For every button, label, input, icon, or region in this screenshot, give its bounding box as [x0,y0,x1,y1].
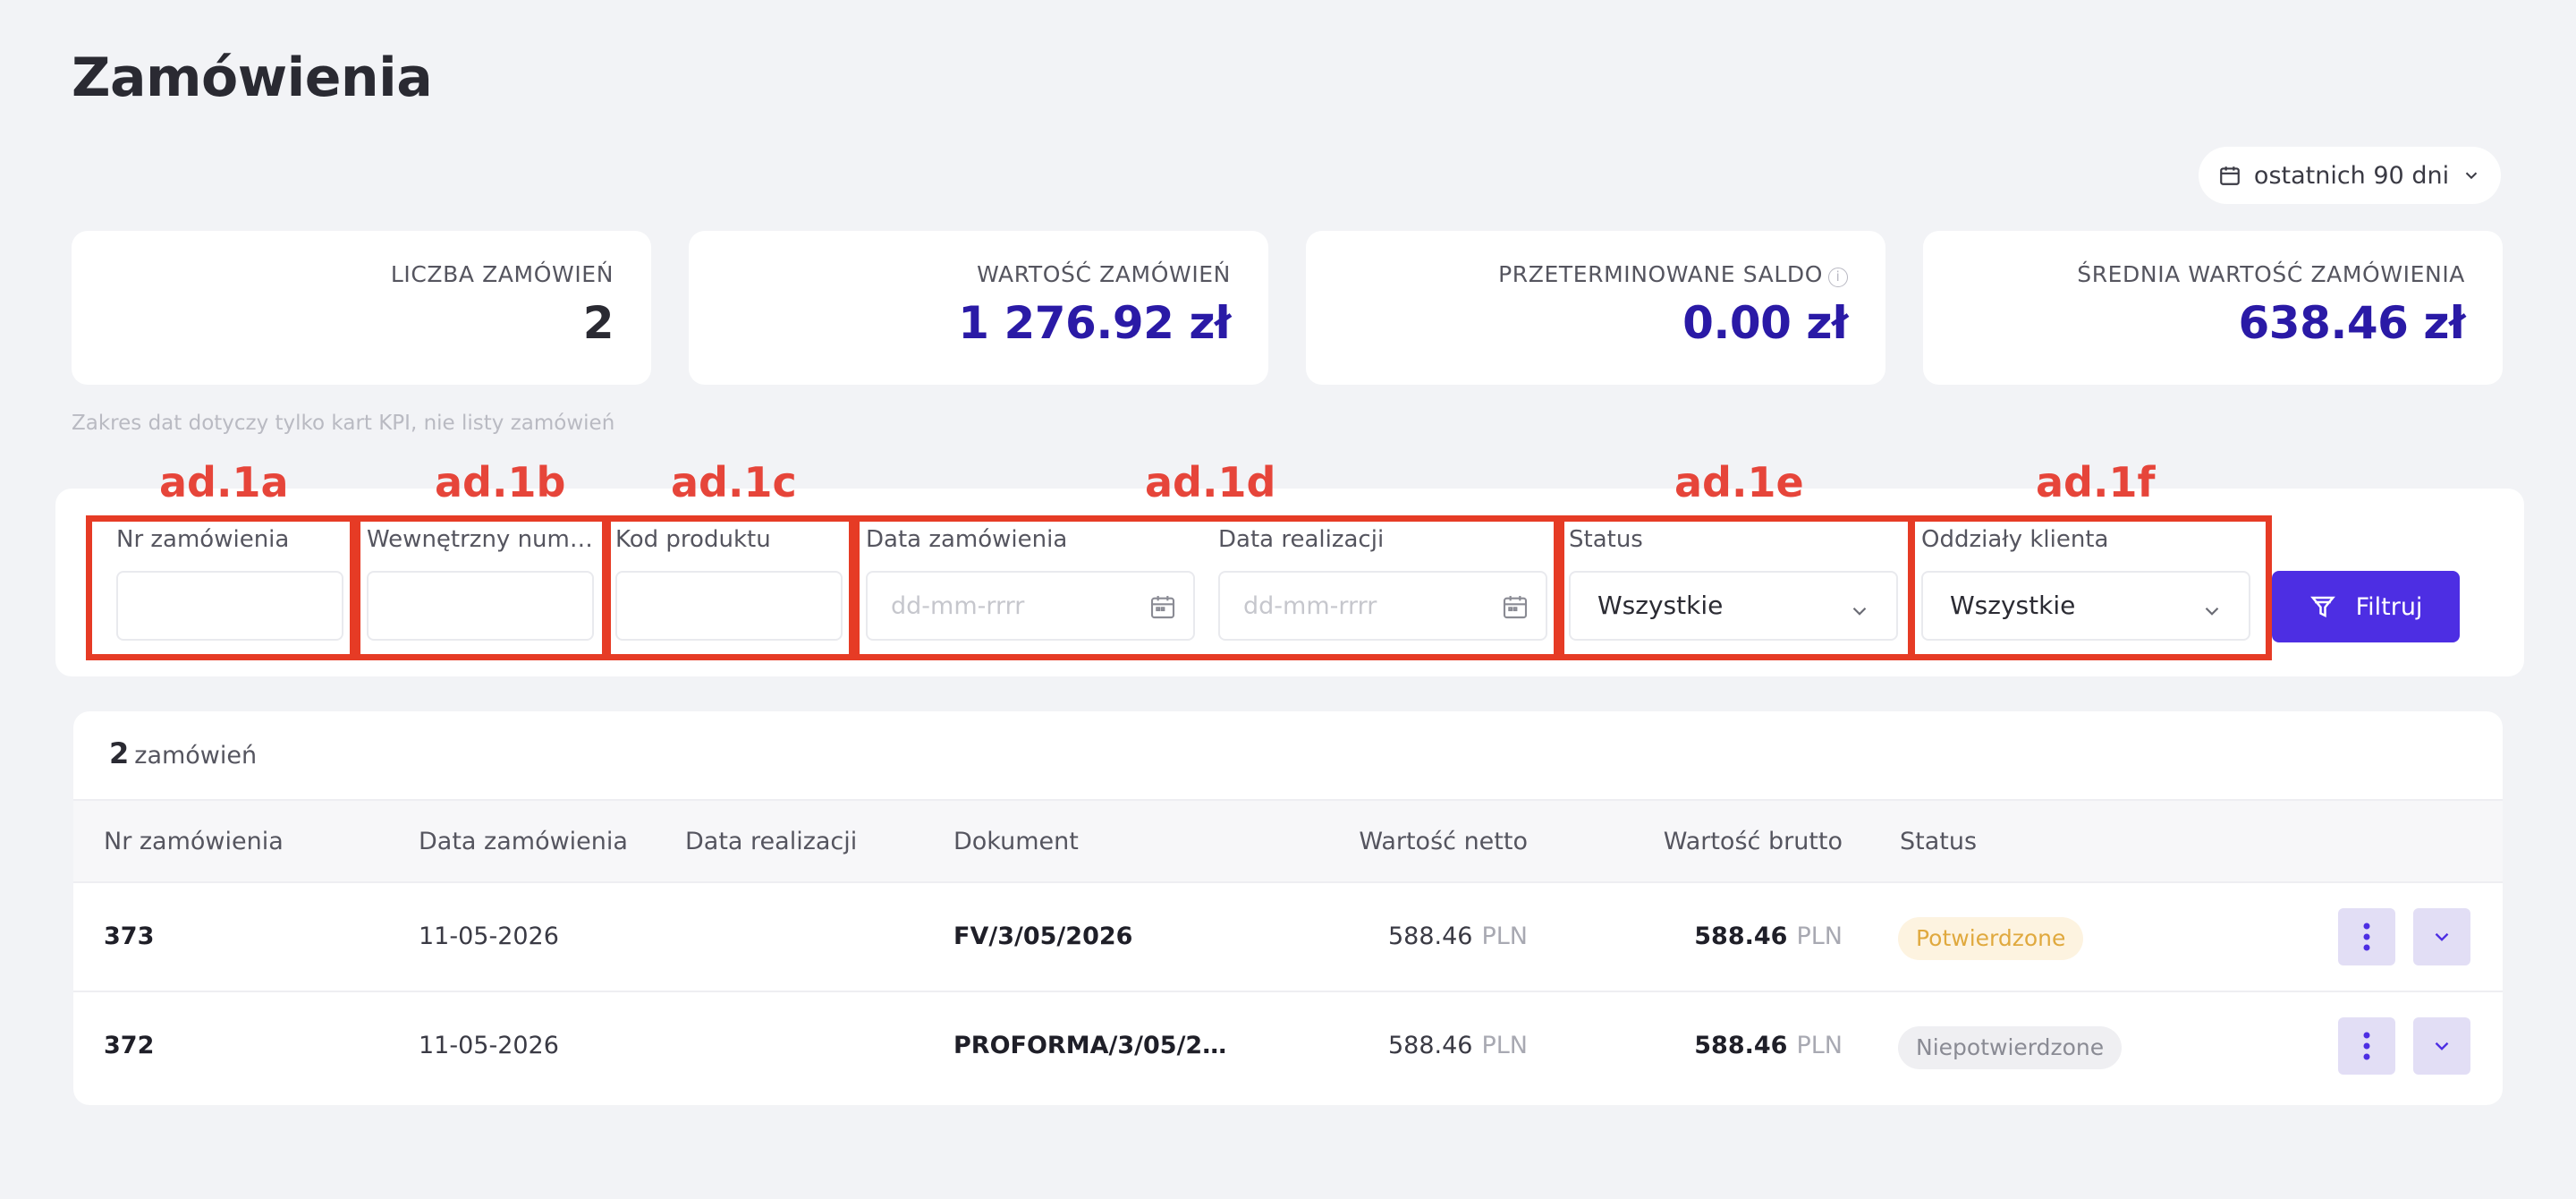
net-amount: 588.46 [1387,923,1473,950]
annotation-box-ad-1d [853,515,1560,660]
annotation-box-ad-1e [1558,515,1914,660]
order-number[interactable]: 372 [104,1032,154,1059]
currency: PLN [1481,1032,1528,1059]
kpi-overdue-balance: PRZETERMINOWANE SALDO i 0.00 zł [1306,231,1885,385]
annotation-label: ad.1d [1145,458,1276,506]
document-number[interactable]: PROFORMA/3/05/2… [953,1032,1226,1059]
gross-amount: 588.46 [1694,923,1788,950]
currency: PLN [1796,1032,1843,1059]
kpi-label: WARTOŚĆ ZAMÓWIEŃ [977,261,1231,287]
kpi-value: 0.00 zł [1682,297,1848,349]
kpi-label: ŚREDNIA WARTOŚĆ ZAMÓWIENIA [2077,261,2465,287]
date-range-label: ostatnich 90 dni [2253,161,2450,190]
annotation-label: ad.1f [2036,458,2156,506]
kpi-value: 2 [582,297,614,349]
chevron-down-icon [2465,172,2478,180]
expand-row-button[interactable] [2413,1017,2470,1075]
order-number[interactable]: 373 [104,923,154,950]
page-title: Zamówienia [72,47,433,109]
status-badge: Potwierdzone [1898,917,2084,960]
currency: PLN [1481,923,1528,950]
date-range-dropdown[interactable]: ostatnich 90 dni [2199,147,2501,204]
filter-icon [2309,596,2335,618]
orders-count: 2 zamówień [109,736,257,770]
status-badge: Niepotwierdzone [1898,1026,2123,1069]
annotation-label: ad.1a [159,458,289,506]
annotation-label: ad.1b [435,458,566,506]
kpi-label: LICZBA ZAMÓWIEŃ [390,261,614,287]
column-header[interactable]: Status [1900,828,1977,855]
annotation-box-ad-1f [1909,515,2272,660]
filter-button[interactable]: Filtruj [2272,571,2460,642]
more-vertical-icon [2363,923,2370,951]
table-header: Nr zamówienia Data zamówienia Data reali… [73,799,2503,883]
currency: PLN [1796,923,1843,950]
calendar-icon [2220,166,2240,185]
kpi-order-value: WARTOŚĆ ZAMÓWIEŃ 1 276.92 zł [689,231,1268,385]
column-header[interactable]: Wartość brutto [1664,828,1843,855]
table-row[interactable]: 372 11-05-2026 PROFORMA/3/05/2… 588.46 PL… [73,992,2503,1101]
annotation-label: ad.1c [671,458,797,506]
column-header[interactable]: Wartość netto [1359,828,1528,855]
gross-value: 588.46 PLN [1694,923,1843,950]
more-actions-button[interactable] [2338,1017,2395,1075]
orders-count-number: 2 [109,736,130,770]
annotation-box-ad-1b [354,515,608,660]
orders-count-label: zamówień [134,742,258,770]
annotation-box-ad-1c [605,515,855,660]
annotation-box-ad-1a [86,515,356,660]
more-actions-button[interactable] [2338,908,2395,965]
order-date: 11-05-2026 [419,1032,559,1059]
filter-button-label: Filtruj [2355,592,2423,621]
expand-row-button[interactable] [2413,908,2470,965]
document-number[interactable]: FV/3/05/2026 [953,923,1132,950]
gross-value: 588.46 PLN [1694,1032,1843,1059]
chevron-down-icon [2435,932,2449,941]
column-header[interactable]: Nr zamówienia [104,828,284,855]
table-row[interactable]: 373 11-05-2026 FV/3/05/2026 588.46 PLN 58… [73,883,2503,992]
kpi-label-text: PRZETERMINOWANE SALDO [1498,261,1823,287]
kpi-label: PRZETERMINOWANE SALDO i [1498,261,1848,287]
gross-amount: 588.46 [1694,1032,1788,1059]
more-vertical-icon [2363,1032,2370,1060]
order-date: 11-05-2026 [419,923,559,950]
orders-table-card: 2 zamówień Nr zamówienia Data zamówienia … [73,711,2503,1105]
column-header[interactable]: Data zamówienia [419,828,628,855]
kpi-order-count: LICZBA ZAMÓWIEŃ 2 [72,231,651,385]
chevron-down-icon [2435,1042,2449,1050]
kpi-value: 1 276.92 zł [958,297,1231,349]
kpi-average-order-value: ŚREDNIA WARTOŚĆ ZAMÓWIENIA 638.46 zł [1923,231,2503,385]
info-icon[interactable]: i [1828,268,1848,287]
net-amount: 588.46 [1387,1032,1473,1059]
column-header[interactable]: Dokument [953,828,1079,855]
net-value: 588.46 PLN [1388,923,1528,950]
kpi-note: Zakres dat dotyczy tylko kart KPI, nie l… [72,412,615,435]
net-value: 588.46 PLN [1388,1032,1528,1059]
kpi-value: 638.46 zł [2238,297,2465,349]
column-header[interactable]: Data realizacji [685,828,857,855]
annotation-label: ad.1e [1674,458,1804,506]
